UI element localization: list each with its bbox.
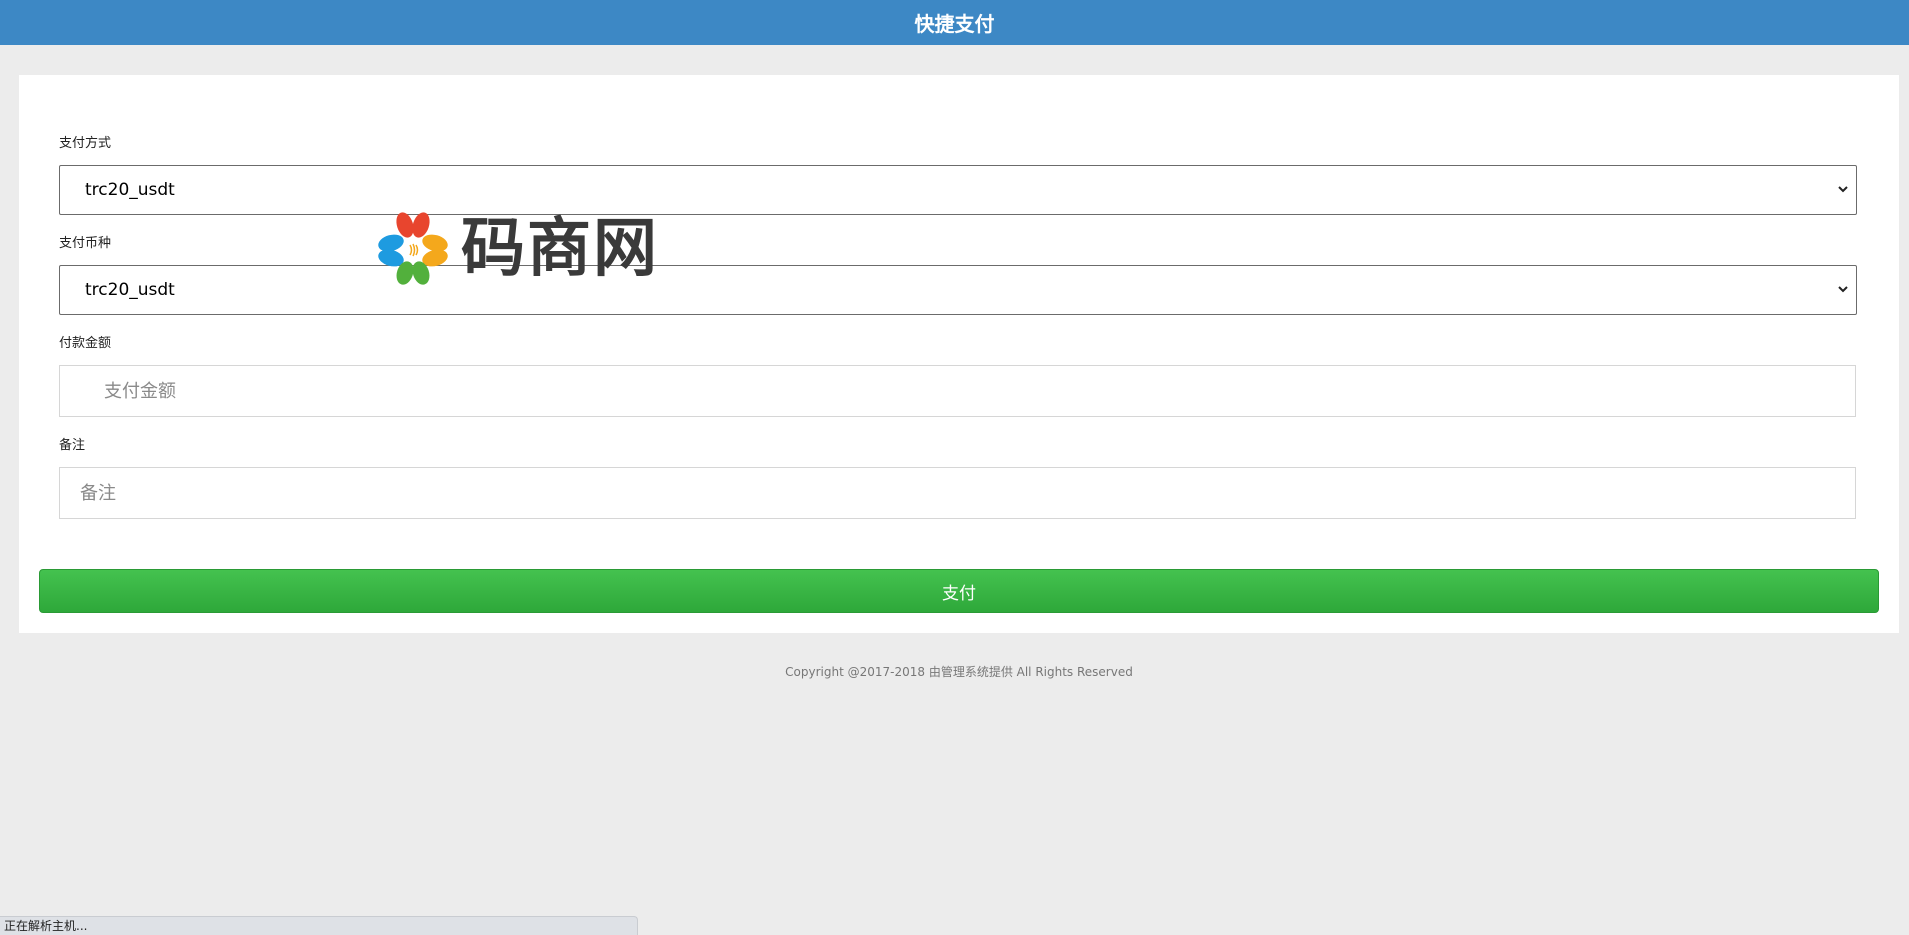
amount-label: 付款金额 [59, 336, 112, 351]
payment-method-selected-value: trc20_usdt [85, 180, 175, 200]
pay-button[interactable]: 支付 [39, 569, 1879, 613]
currency-selected-value: trc20_usdt [85, 280, 175, 300]
amount-input[interactable] [59, 365, 1856, 417]
currency-label: 支付币种 [59, 236, 112, 251]
remark-input[interactable] [59, 467, 1856, 519]
payment-method-select[interactable]: trc20_usdt [59, 165, 1857, 215]
pay-button-label: 支付 [942, 583, 976, 604]
flower-logo-icon [378, 212, 448, 285]
browser-status-bar: 正在解析主机... [0, 916, 638, 935]
watermark-text: 码商网 [461, 212, 659, 286]
payment-method-label: 支付方式 [59, 136, 112, 151]
page-header: 快捷支付 [0, 0, 1909, 45]
payment-form-card: 支付方式 trc20_usdt 支付币种 trc20_usdt 付款金额 备注 … [19, 75, 1899, 633]
currency-select[interactable]: trc20_usdt [59, 265, 1857, 315]
chevron-down-icon [1838, 286, 1848, 293]
status-bar-text: 正在解析主机... [4, 919, 88, 933]
remark-label: 备注 [59, 438, 86, 453]
watermark-logo: 码商网 [375, 210, 675, 286]
chevron-down-icon [1838, 186, 1848, 193]
page-title: 快捷支付 [914, 12, 995, 36]
footer-copyright: Copyright @2017-2018 由管理系统提供 All Rights … [785, 665, 1133, 679]
